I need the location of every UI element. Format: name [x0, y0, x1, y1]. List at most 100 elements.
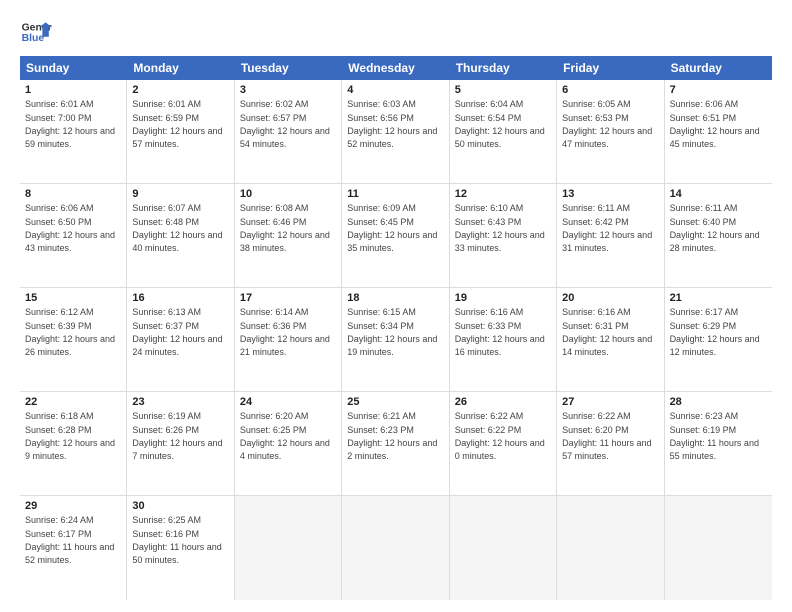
cell-info: Sunrise: 6:19 AMSunset: 6:26 PMDaylight:…: [132, 411, 222, 461]
calendar-cell: 26 Sunrise: 6:22 AMSunset: 6:22 PMDayligh…: [450, 392, 557, 495]
day-header: Friday: [557, 56, 664, 80]
calendar-row: 1 Sunrise: 6:01 AMSunset: 7:00 PMDaylight…: [20, 80, 772, 184]
day-number: 20: [562, 291, 658, 305]
calendar: SundayMondayTuesdayWednesdayThursdayFrid…: [20, 56, 772, 600]
calendar-cell: 17 Sunrise: 6:14 AMSunset: 6:36 PMDayligh…: [235, 288, 342, 391]
calendar-row: 8 Sunrise: 6:06 AMSunset: 6:50 PMDaylight…: [20, 184, 772, 288]
calendar-cell: 28 Sunrise: 6:23 AMSunset: 6:19 PMDayligh…: [665, 392, 772, 495]
cell-info: Sunrise: 6:12 AMSunset: 6:39 PMDaylight:…: [25, 307, 115, 357]
calendar-cell: 7 Sunrise: 6:06 AMSunset: 6:51 PMDaylight…: [665, 80, 772, 183]
cell-info: Sunrise: 6:01 AMSunset: 7:00 PMDaylight:…: [25, 99, 115, 149]
calendar-cell: [665, 496, 772, 600]
day-header: Saturday: [665, 56, 772, 80]
calendar-cell: 9 Sunrise: 6:07 AMSunset: 6:48 PMDaylight…: [127, 184, 234, 287]
calendar-cell: 4Sunrise: 6:03 AMSunset: 6:56 PMDaylight…: [342, 80, 449, 183]
logo-icon: General Blue: [20, 16, 52, 48]
day-header: Tuesday: [235, 56, 342, 80]
cell-info: Sunrise: 6:06 AMSunset: 6:50 PMDaylight:…: [25, 203, 115, 253]
calendar-body: 1 Sunrise: 6:01 AMSunset: 7:00 PMDaylight…: [20, 80, 772, 600]
calendar-cell: 18 Sunrise: 6:15 AMSunset: 6:34 PMDayligh…: [342, 288, 449, 391]
day-number: 28: [670, 395, 767, 409]
logo: General Blue: [20, 16, 52, 48]
day-number: 13: [562, 187, 658, 201]
day-number: 24: [240, 395, 336, 409]
calendar-cell: 22 Sunrise: 6:18 AMSunset: 6:28 PMDayligh…: [20, 392, 127, 495]
cell-info: Sunrise: 6:02 AMSunset: 6:57 PMDaylight:…: [240, 99, 330, 149]
day-number: 15: [25, 291, 121, 305]
calendar-cell: 12 Sunrise: 6:10 AMSunset: 6:43 PMDayligh…: [450, 184, 557, 287]
cell-info: Sunrise: 6:11 AMSunset: 6:42 PMDaylight:…: [562, 203, 652, 253]
svg-text:Blue: Blue: [22, 33, 45, 44]
calendar-cell: 16 Sunrise: 6:13 AMSunset: 6:37 PMDayligh…: [127, 288, 234, 391]
calendar-cell: 30 Sunrise: 6:25 AMSunset: 6:16 PMDayligh…: [127, 496, 234, 600]
calendar-cell: 19 Sunrise: 6:16 AMSunset: 6:33 PMDayligh…: [450, 288, 557, 391]
day-number: 8: [25, 187, 121, 201]
day-number: 12: [455, 187, 551, 201]
cell-info: Sunrise: 6:15 AMSunset: 6:34 PMDaylight:…: [347, 307, 437, 357]
cell-info: Sunrise: 6:17 AMSunset: 6:29 PMDaylight:…: [670, 307, 760, 357]
day-number: 5: [455, 83, 551, 97]
calendar-cell: 2Sunrise: 6:01 AMSunset: 6:59 PMDaylight…: [127, 80, 234, 183]
cell-info: Sunrise: 6:10 AMSunset: 6:43 PMDaylight:…: [455, 203, 545, 253]
day-header: Sunday: [20, 56, 127, 80]
calendar-cell: 8 Sunrise: 6:06 AMSunset: 6:50 PMDaylight…: [20, 184, 127, 287]
day-number: 7: [670, 83, 767, 97]
calendar-cell: 29 Sunrise: 6:24 AMSunset: 6:17 PMDayligh…: [20, 496, 127, 600]
cell-info: Sunrise: 6:24 AMSunset: 6:17 PMDaylight:…: [25, 515, 114, 565]
cell-info: Sunrise: 6:04 AMSunset: 6:54 PMDaylight:…: [455, 99, 545, 149]
cell-info: Sunrise: 6:11 AMSunset: 6:40 PMDaylight:…: [670, 203, 760, 253]
calendar-cell: 5 Sunrise: 6:04 AMSunset: 6:54 PMDaylight…: [450, 80, 557, 183]
calendar-cell: 3 Sunrise: 6:02 AMSunset: 6:57 PMDaylight…: [235, 80, 342, 183]
day-number: 30: [132, 499, 228, 513]
day-number: 21: [670, 291, 767, 305]
cell-info: Sunrise: 6:21 AMSunset: 6:23 PMDaylight:…: [347, 411, 437, 461]
cell-info: Sunrise: 6:14 AMSunset: 6:36 PMDaylight:…: [240, 307, 330, 357]
cell-info: Sunrise: 6:13 AMSunset: 6:37 PMDaylight:…: [132, 307, 222, 357]
day-number: 29: [25, 499, 121, 513]
cell-info: Sunrise: 6:16 AMSunset: 6:31 PMDaylight:…: [562, 307, 652, 357]
day-number: 23: [132, 395, 228, 409]
day-number: 9: [132, 187, 228, 201]
day-header: Monday: [127, 56, 234, 80]
cell-info: Sunrise: 6:20 AMSunset: 6:25 PMDaylight:…: [240, 411, 330, 461]
cell-info: Sunrise: 6:06 AMSunset: 6:51 PMDaylight:…: [670, 99, 760, 149]
calendar-cell: 11Sunrise: 6:09 AMSunset: 6:45 PMDayligh…: [342, 184, 449, 287]
calendar-header: SundayMondayTuesdayWednesdayThursdayFrid…: [20, 56, 772, 80]
cell-info: Sunrise: 6:22 AMSunset: 6:22 PMDaylight:…: [455, 411, 545, 461]
day-number: 3: [240, 83, 336, 97]
day-number: 18: [347, 291, 443, 305]
calendar-cell: 6Sunrise: 6:05 AMSunset: 6:53 PMDaylight…: [557, 80, 664, 183]
calendar-cell: 20 Sunrise: 6:16 AMSunset: 6:31 PMDayligh…: [557, 288, 664, 391]
calendar-cell: 24 Sunrise: 6:20 AMSunset: 6:25 PMDayligh…: [235, 392, 342, 495]
day-number: 25: [347, 395, 443, 409]
calendar-cell: 10Sunrise: 6:08 AMSunset: 6:46 PMDayligh…: [235, 184, 342, 287]
calendar-row: 22 Sunrise: 6:18 AMSunset: 6:28 PMDayligh…: [20, 392, 772, 496]
day-number: 2: [132, 83, 228, 97]
calendar-cell: [557, 496, 664, 600]
cell-info: Sunrise: 6:08 AMSunset: 6:46 PMDaylight:…: [240, 203, 330, 253]
calendar-cell: 1 Sunrise: 6:01 AMSunset: 7:00 PMDaylight…: [20, 80, 127, 183]
day-number: 27: [562, 395, 658, 409]
cell-info: Sunrise: 6:22 AMSunset: 6:20 PMDaylight:…: [562, 411, 651, 461]
day-number: 11: [347, 187, 443, 201]
day-header: Wednesday: [342, 56, 449, 80]
calendar-row: 15 Sunrise: 6:12 AMSunset: 6:39 PMDayligh…: [20, 288, 772, 392]
calendar-cell: 15 Sunrise: 6:12 AMSunset: 6:39 PMDayligh…: [20, 288, 127, 391]
day-number: 17: [240, 291, 336, 305]
day-number: 19: [455, 291, 551, 305]
cell-info: Sunrise: 6:07 AMSunset: 6:48 PMDaylight:…: [132, 203, 222, 253]
cell-info: Sunrise: 6:18 AMSunset: 6:28 PMDaylight:…: [25, 411, 115, 461]
day-header: Thursday: [450, 56, 557, 80]
day-number: 1: [25, 83, 121, 97]
cell-info: Sunrise: 6:03 AMSunset: 6:56 PMDaylight:…: [347, 99, 437, 149]
calendar-cell: 13 Sunrise: 6:11 AMSunset: 6:42 PMDayligh…: [557, 184, 664, 287]
calendar-cell: [342, 496, 449, 600]
day-number: 26: [455, 395, 551, 409]
cell-info: Sunrise: 6:25 AMSunset: 6:16 PMDaylight:…: [132, 515, 221, 565]
calendar-cell: 23 Sunrise: 6:19 AMSunset: 6:26 PMDayligh…: [127, 392, 234, 495]
calendar-cell: 14Sunrise: 6:11 AMSunset: 6:40 PMDayligh…: [665, 184, 772, 287]
cell-info: Sunrise: 6:16 AMSunset: 6:33 PMDaylight:…: [455, 307, 545, 357]
day-number: 22: [25, 395, 121, 409]
cell-info: Sunrise: 6:23 AMSunset: 6:19 PMDaylight:…: [670, 411, 759, 461]
day-number: 16: [132, 291, 228, 305]
